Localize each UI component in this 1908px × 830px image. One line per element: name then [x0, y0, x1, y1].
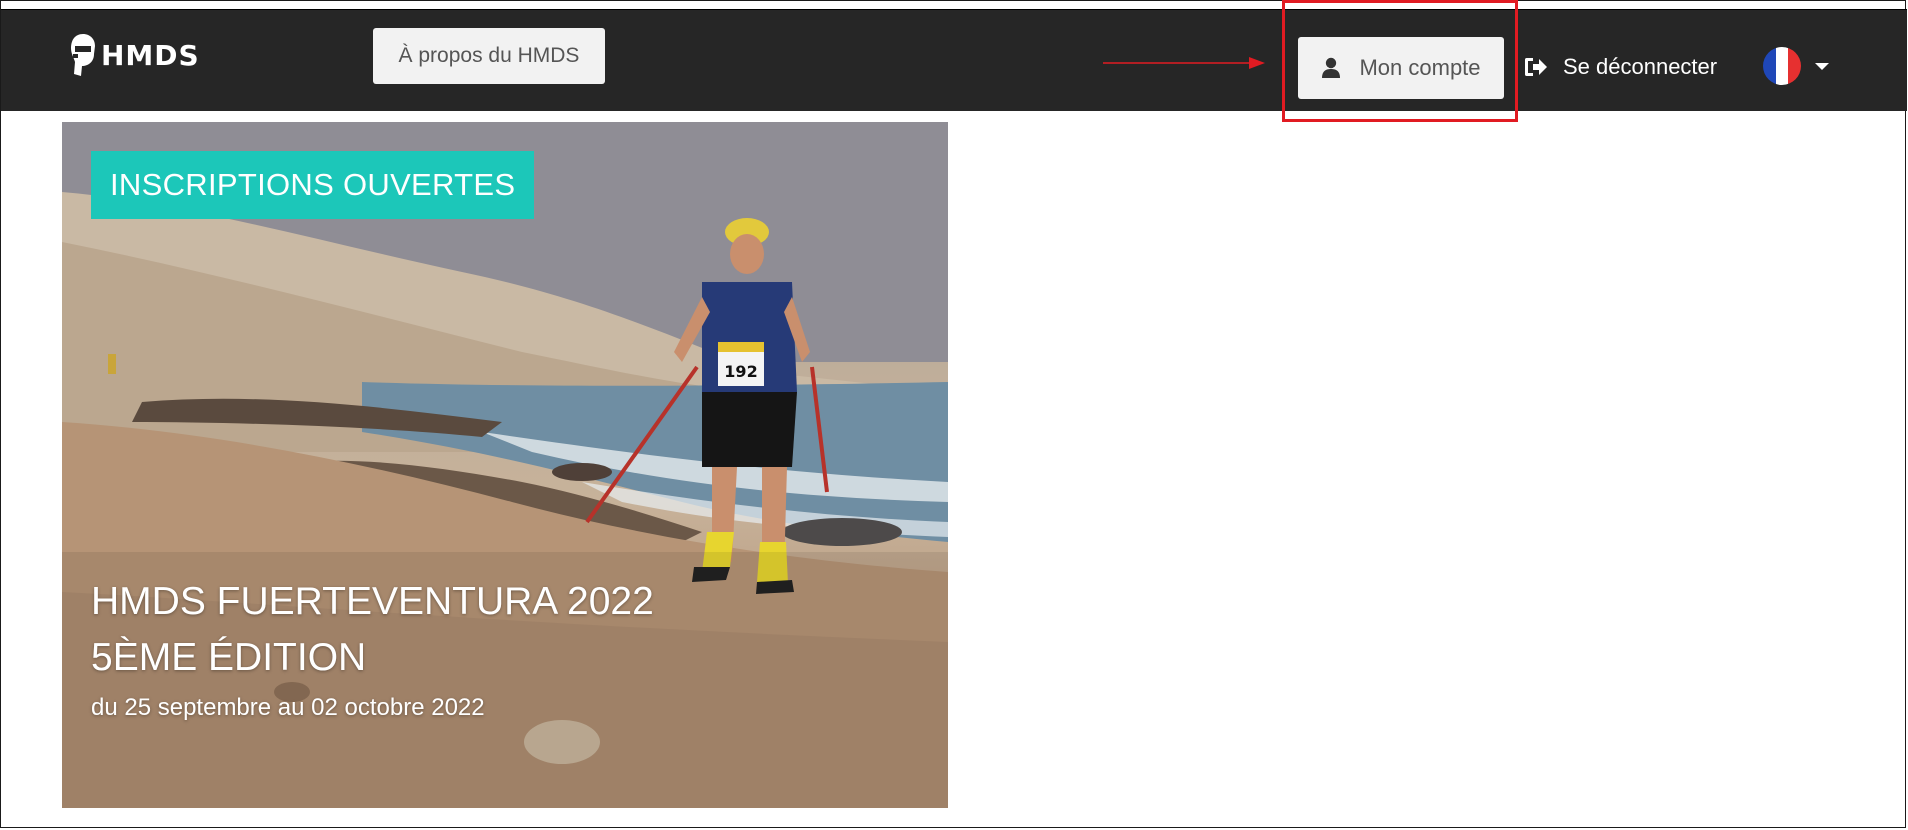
- sign-out-icon: [1525, 58, 1547, 76]
- event-title: HMDS FUERTEVENTURA 2022 5ÈME ÉDITION: [91, 574, 654, 686]
- logout-label: Se déconnecter: [1563, 54, 1718, 79]
- event-dates: du 25 septembre au 02 octobre 2022: [91, 694, 485, 721]
- annotation-highlight-box: [1282, 0, 1518, 122]
- top-navbar: HMDS À propos du HMDS Mon compte Se déco…: [1, 9, 1907, 111]
- language-selector[interactable]: [1763, 47, 1829, 85]
- runner-head-icon: [71, 34, 95, 76]
- bib-number: 192: [724, 362, 757, 381]
- caret-down-icon: [1815, 62, 1829, 70]
- annotation-arrow: [1103, 57, 1265, 69]
- about-button[interactable]: À propos du HMDS: [373, 28, 605, 84]
- france-flag-icon: [1763, 47, 1801, 85]
- registration-open-badge: INSCRIPTIONS OUVERTES: [91, 151, 535, 219]
- event-title-line-2: 5ÈME ÉDITION: [91, 636, 367, 679]
- hmds-logo[interactable]: HMDS: [69, 30, 200, 80]
- logout-link[interactable]: Se déconnecter: [1523, 50, 1717, 84]
- event-title-line-1: HMDS FUERTEVENTURA 2022: [91, 580, 654, 623]
- logo-text: HMDS: [101, 38, 200, 72]
- event-card[interactable]: 192 INSCRIPTIONS OUVERTES HMDS FUERTEVEN…: [62, 122, 948, 808]
